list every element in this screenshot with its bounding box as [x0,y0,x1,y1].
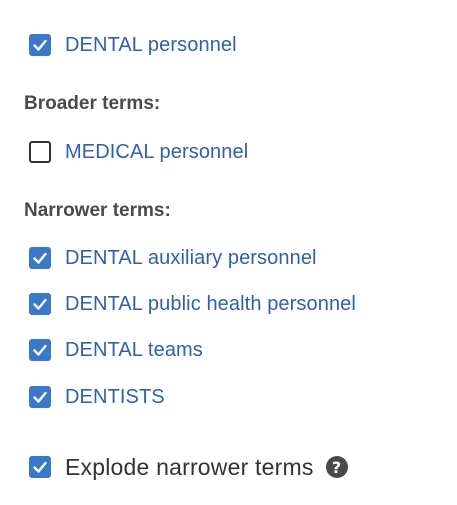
explode-checkbox[interactable] [29,456,51,478]
explode-row: Explode narrower terms ? [29,452,348,482]
checkmark-icon [33,391,47,403]
term-row: DENTAL personnel [29,32,237,58]
narrower-term-link[interactable]: DENTISTS [65,386,165,409]
checkmark-icon [33,252,47,264]
broader-term-checkbox[interactable] [29,141,51,163]
narrower-term-row: DENTISTS [29,384,165,410]
narrower-term-row: DENTAL auxiliary personnel [29,245,317,271]
narrower-term-row: DENTAL public health personnel [29,291,356,317]
checkmark-icon [33,298,47,310]
broader-term-link[interactable]: MEDICAL personnel [65,141,248,164]
question-circle-icon[interactable]: ? [325,456,348,478]
checkmark-icon [33,461,47,473]
narrower-term-link[interactable]: DENTAL public health personnel [65,293,356,316]
narrower-term-link[interactable]: DENTAL teams [65,339,203,362]
explode-label[interactable]: Explode narrower terms [65,454,314,481]
narrower-term-checkbox[interactable] [29,293,51,315]
narrower-term-link[interactable]: DENTAL auxiliary personnel [65,247,317,270]
narrower-terms-heading: Narrower terms: [24,200,171,221]
term-link[interactable]: DENTAL personnel [65,34,237,57]
narrower-term-checkbox[interactable] [29,339,51,361]
term-checkbox[interactable] [29,34,51,56]
checkmark-icon [33,39,47,51]
narrower-term-checkbox[interactable] [29,386,51,408]
broader-terms-heading: Broader terms: [24,93,161,114]
narrower-term-row: DENTAL teams [29,337,203,363]
broader-term-row: MEDICAL personnel [29,139,248,165]
narrower-term-checkbox[interactable] [29,247,51,269]
checkmark-icon [33,344,47,356]
